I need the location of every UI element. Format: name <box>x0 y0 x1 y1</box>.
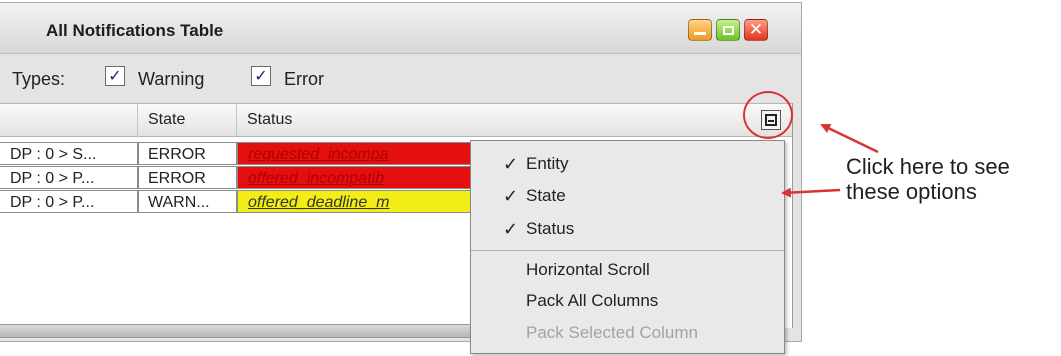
arrow-to-button <box>820 123 879 154</box>
menu-item-state[interactable]: ✓ State <box>471 180 784 212</box>
checkmark-icon: ✓ <box>108 68 122 85</box>
types-label: Types: <box>12 69 66 89</box>
error-checkbox[interactable]: ✓ <box>251 66 271 86</box>
table-row[interactable]: DP : 0 > P... WARN... offered_deadline_m <box>0 190 472 215</box>
warning-checkbox-label[interactable]: Warning <box>138 69 204 90</box>
minimize-button[interactable] <box>688 19 712 41</box>
column-header-entity[interactable] <box>0 104 138 136</box>
highlight-circle <box>743 91 793 139</box>
checkmark-icon: ✓ <box>254 68 268 85</box>
menu-item-label: Horizontal Scroll <box>526 260 650 279</box>
entity-cell[interactable]: DP : 0 > P... <box>0 166 138 189</box>
warning-checkbox[interactable]: ✓ <box>105 66 125 86</box>
menu-item-label: Pack Selected Column <box>526 323 698 342</box>
checkmark-icon: ✓ <box>503 219 519 239</box>
close-icon: ✕ <box>748 19 764 40</box>
checkmark-icon: ✓ <box>503 154 519 174</box>
annotation-text: Click here to see these options <box>846 154 1010 204</box>
maximize-icon <box>722 25 734 35</box>
annotation-line-1: Click here to see <box>846 154 1010 179</box>
status-cell[interactable]: offered_deadline_m <box>237 190 472 213</box>
status-cell[interactable]: offered_incompatib <box>237 166 472 189</box>
entity-cell[interactable]: DP : 0 > S... <box>0 142 138 165</box>
status-cell[interactable]: requested_incompa <box>237 142 472 165</box>
menu-item-pack-all-columns[interactable]: Pack All Columns <box>471 285 784 317</box>
menu-item-entity[interactable]: ✓ Entity <box>471 148 784 180</box>
table-row[interactable]: DP : 0 > S... ERROR requested_incompa <box>0 142 472 167</box>
menu-separator <box>471 250 784 251</box>
horizontal-scrollbar[interactable] <box>0 324 470 338</box>
table-header: State Status <box>0 103 792 137</box>
column-options-menu: ✓ Entity ✓ State ✓ Status Horizontal Scr… <box>470 140 785 354</box>
menu-item-label: Entity <box>526 154 569 173</box>
menu-item-label: State <box>526 186 566 205</box>
menu-item-status[interactable]: ✓ Status <box>471 213 784 245</box>
menu-item-label: Pack All Columns <box>526 291 659 310</box>
close-button[interactable]: ✕ <box>744 19 768 41</box>
column-header-status[interactable]: Status <box>237 104 757 136</box>
maximize-button[interactable] <box>716 19 740 41</box>
types-filter-row: Types: ✓ Warning ✓ Error <box>0 55 801 99</box>
error-checkbox-label[interactable]: Error <box>284 69 324 90</box>
state-cell[interactable]: ERROR <box>138 166 237 189</box>
window-title: All Notifications Table <box>46 21 224 40</box>
checkmark-icon: ✓ <box>503 186 519 206</box>
state-cell[interactable]: ERROR <box>138 142 237 165</box>
minimize-icon <box>694 31 706 35</box>
state-cell[interactable]: WARN... <box>138 190 237 213</box>
table-row[interactable]: DP : 0 > P... ERROR offered_incompatib <box>0 166 472 191</box>
annotation-line-2: these options <box>846 179 977 204</box>
menu-item-horizontal-scroll[interactable]: Horizontal Scroll <box>471 254 784 286</box>
menu-item-pack-selected-column: Pack Selected Column <box>471 317 784 349</box>
column-header-state[interactable]: State <box>138 104 237 136</box>
title-bar[interactable]: All Notifications Table ✕ <box>0 3 801 54</box>
menu-item-label: Status <box>526 219 575 238</box>
entity-cell[interactable]: DP : 0 > P... <box>0 190 138 213</box>
